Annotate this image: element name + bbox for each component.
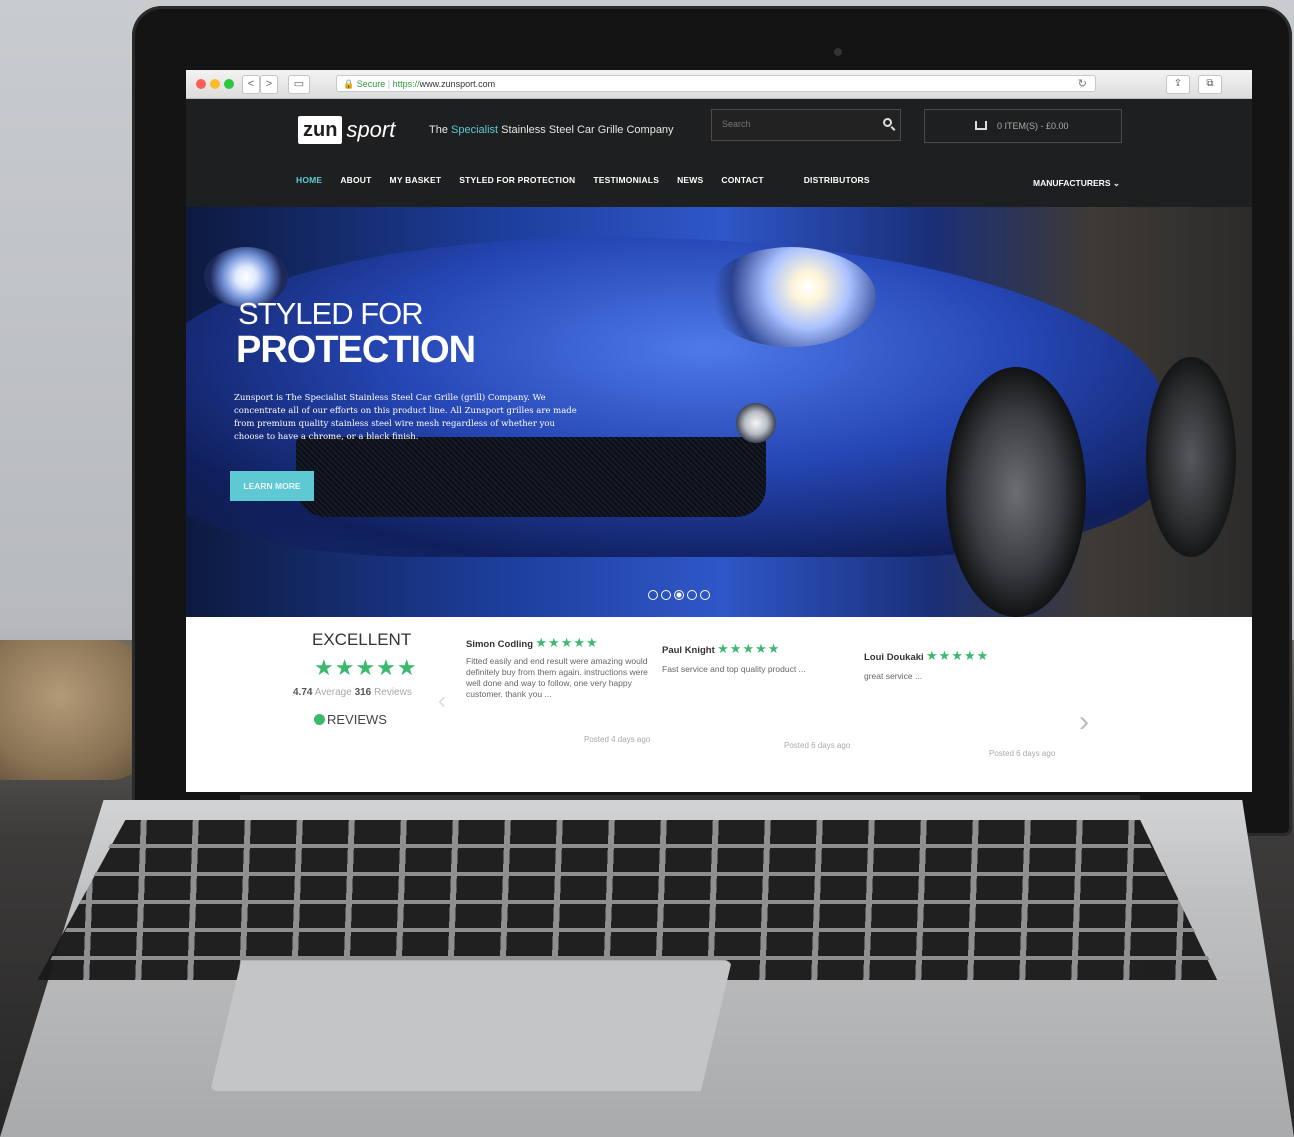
logo-zun: zun: [298, 116, 343, 144]
review-posted: Posted 6 days ago: [989, 749, 1056, 758]
cart-icon: [975, 121, 987, 130]
nav-about[interactable]: ABOUT: [340, 175, 371, 189]
reviews-brand-icon: [314, 714, 325, 725]
review-count-label: Reviews: [374, 687, 412, 698]
laptop-screen: < > ▭ 🔒 Secure | https://www.zunsport.co…: [186, 70, 1252, 792]
review-text: Fast service and top quality product ...: [662, 664, 806, 674]
hero-banner: STYLED FOR PROTECTION Zunsport is The Sp…: [186, 207, 1252, 617]
slide-dot[interactable]: [648, 590, 658, 600]
lock-icon: 🔒: [343, 79, 355, 89]
site-tagline: The Specialist Stainless Steel Car Grill…: [429, 124, 674, 136]
average-label: Average: [314, 687, 352, 698]
keyboard-rows: [40, 820, 1220, 980]
review-count: 316: [354, 687, 372, 698]
review-stars: ★★★★★: [717, 641, 781, 656]
reviews-strip: EXCELLENT ★★★★★ 4.74 Average 316 Reviews…: [186, 617, 1252, 792]
review-card: Paul Knight ★★★★★ Fast service and top q…: [662, 641, 852, 675]
back-button[interactable]: <: [242, 75, 260, 94]
maximize-window-button[interactable]: [224, 79, 234, 89]
review-text: great service ...: [864, 671, 923, 681]
car-wheel-rear: [1146, 357, 1236, 557]
review-posted: Posted 6 days ago: [784, 741, 851, 750]
average-value: 4.74: [293, 687, 313, 698]
rating-word: EXCELLENT: [312, 630, 412, 649]
manufacturers-dropdown[interactable]: MANUFACTURERS ⌄: [1033, 178, 1120, 189]
zunsport-logo[interactable]: zun sport: [298, 115, 395, 145]
slide-dot[interactable]: [700, 590, 710, 600]
search-icon[interactable]: [883, 118, 892, 127]
rating-average: 4.74 Average 316 Reviews: [293, 687, 412, 698]
tagline-post: Stainless Steel Car Grille Company: [498, 124, 674, 136]
learn-more-button[interactable]: LEARN MORE: [230, 471, 314, 501]
nav-contact[interactable]: CONTACT: [721, 175, 763, 189]
trackpad: [210, 960, 732, 1092]
review-card: Loui Doukaki ★★★★★ great service ...: [864, 648, 1054, 682]
rating-stars: ★★★★★: [314, 655, 418, 680]
nav-my-basket[interactable]: MY BASKET: [390, 175, 442, 189]
main-nav: HOME ABOUT MY BASKET STYLED FOR PROTECTI…: [296, 175, 888, 189]
minimize-window-button[interactable]: [210, 79, 220, 89]
reviewer-name: Simon Codling: [466, 639, 534, 650]
nav-styled-for-protection[interactable]: STYLED FOR PROTECTION: [459, 175, 575, 189]
car-grille: [296, 437, 766, 517]
review-stars: ★★★★★: [926, 648, 990, 663]
close-window-button[interactable]: [196, 79, 206, 89]
review-text: Fitted easily and end result were amazin…: [466, 656, 648, 699]
reviewer-name: Paul Knight: [662, 645, 715, 656]
site-header: zun sport The Specialist Stainless Steel…: [186, 99, 1252, 207]
review-stars: ★★★★★: [535, 635, 599, 650]
url-protocol: https://: [392, 79, 420, 89]
chevron-down-icon: ⌄: [1112, 178, 1120, 188]
cart-summary: 0 ITEM(S) - £0.00: [997, 121, 1069, 131]
tagline-accent: Specialist: [451, 124, 499, 136]
slide-dot-active[interactable]: [674, 590, 684, 600]
reviewer-name: Loui Doukaki: [864, 652, 924, 663]
secure-label: Secure: [356, 79, 386, 89]
manufacturers-label: MANUFACTURERS: [1033, 178, 1111, 188]
reviews-brand-label: REVIEWS: [327, 712, 387, 727]
search-placeholder: Search: [722, 119, 751, 129]
share-icon[interactable]: ⇪: [1166, 75, 1190, 94]
hero-body: Zunsport is The Specialist Stainless Ste…: [234, 393, 577, 442]
tabs-overview-icon[interactable]: ⧉: [1198, 75, 1222, 94]
cart-button[interactable]: 0 ITEM(S) - £0.00: [924, 109, 1122, 143]
search-input[interactable]: Search: [711, 109, 901, 141]
forward-button[interactable]: >: [260, 75, 278, 94]
browser-toolbar: < > ▭ 🔒 Secure | https://www.zunsport.co…: [186, 70, 1252, 99]
review-card: Simon Codling ★★★★★ Fitted easily and en…: [466, 635, 656, 700]
wooden-cup: [0, 640, 150, 780]
car-wheel-front: [946, 367, 1086, 617]
nav-testimonials[interactable]: TESTIMONIALS: [593, 175, 659, 189]
nav-news[interactable]: NEWS: [677, 175, 703, 189]
address-bar[interactable]: 🔒 Secure | https://www.zunsport.com ↻: [336, 75, 1096, 92]
slide-dot[interactable]: [687, 590, 697, 600]
tagline-pre: The: [429, 124, 452, 136]
slide-dot[interactable]: [661, 590, 671, 600]
camera-icon: [834, 48, 842, 56]
review-posted: Posted 4 days ago: [584, 735, 651, 744]
chevron-left-icon[interactable]: ‹: [438, 687, 446, 715]
car-headlight-right: [706, 247, 876, 347]
hero-title-line1: STYLED FOR: [238, 296, 424, 331]
sidebar-toggle-icon[interactable]: ▭: [288, 75, 310, 94]
url-host: www.zunsport.com: [419, 79, 496, 89]
slider-dots: [648, 590, 713, 600]
hero-title-line2: PROTECTION: [236, 329, 476, 371]
logo-sport: sport: [346, 117, 396, 142]
car-foglight: [736, 403, 776, 443]
nav-distributors[interactable]: DISTRIBUTORS: [804, 175, 870, 189]
nav-home[interactable]: HOME: [296, 175, 322, 189]
chevron-right-icon[interactable]: ›: [1079, 705, 1089, 739]
reviews-brand-link[interactable]: REVIEWS: [314, 712, 387, 727]
reload-icon[interactable]: ↻: [1078, 76, 1087, 93]
